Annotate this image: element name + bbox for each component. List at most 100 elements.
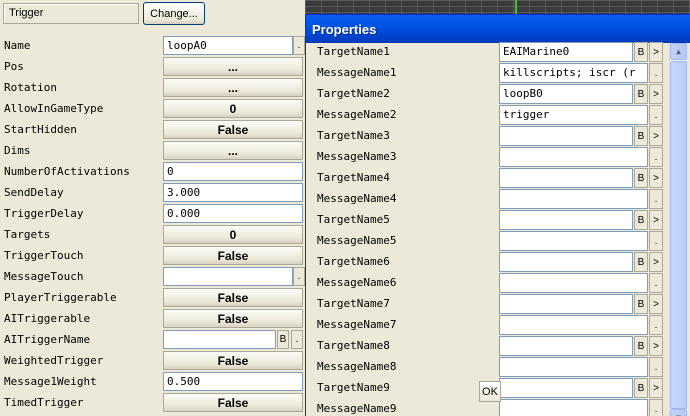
property-value-button[interactable]: ... [163, 78, 303, 97]
message-name-input[interactable] [499, 315, 648, 335]
ellipsis-button[interactable]: . [293, 267, 305, 286]
property-value-button[interactable]: ... [163, 57, 303, 76]
ellipsis-button[interactable]: . [649, 315, 663, 335]
target-name-input[interactable] [499, 378, 633, 398]
ellipsis-button[interactable]: . [649, 399, 663, 416]
property-value-input[interactable]: 0 [163, 162, 303, 181]
message-name-input[interactable]: trigger [499, 105, 648, 125]
browse-button[interactable]: B [634, 84, 648, 104]
message-name-input[interactable] [499, 147, 648, 167]
goto-target-button[interactable]: > [649, 126, 663, 146]
property-value-input[interactable]: 0.500 [163, 372, 303, 391]
dialog-property-label: TargetName6 [317, 255, 390, 268]
change-type-button[interactable]: Change... [143, 2, 205, 25]
dialog-property-row: TargetName6 B > [306, 251, 666, 272]
property-label: AITriggerName [4, 333, 91, 346]
target-name-input[interactable] [499, 294, 633, 314]
ellipsis-button[interactable]: . [649, 357, 663, 377]
dialog-property-label: TargetName9 [317, 381, 390, 394]
dialog-property-row: MessageName4. [306, 188, 666, 209]
ellipsis-button[interactable]: . [649, 273, 663, 293]
message-name-input[interactable] [499, 357, 648, 377]
dialog-property-label: TargetName5 [317, 213, 390, 226]
property-value-input[interactable] [163, 330, 276, 349]
message-name-input[interactable] [499, 273, 648, 293]
message-name-input[interactable] [499, 399, 648, 416]
property-value-button[interactable]: False [163, 393, 303, 412]
dialog-property-label: MessageName7 [317, 318, 397, 331]
property-value-input[interactable] [163, 267, 293, 286]
target-name-input[interactable]: loopB0 [499, 84, 633, 104]
dialog-property-label: TargetName3 [317, 129, 390, 142]
property-label: PlayerTriggerable [4, 291, 117, 304]
dialog-scrollbar[interactable]: ▲ ▼ [669, 43, 687, 416]
message-name-input[interactable] [499, 231, 648, 251]
arrow-up-icon[interactable]: ▲ [670, 43, 687, 60]
browse-button[interactable]: B [634, 168, 648, 188]
property-value-button[interactable]: False [163, 351, 303, 370]
dialog-property-row: TargetName7 B > [306, 293, 666, 314]
dialog-property-row: MessageName2 trigger. [306, 104, 666, 125]
target-name-input[interactable] [499, 210, 633, 230]
property-row: TriggerTouch False [0, 245, 305, 266]
browse-button[interactable]: B [277, 330, 289, 349]
ellipsis-button[interactable]: . [649, 63, 663, 83]
browse-button[interactable]: B [634, 252, 648, 272]
property-value-button[interactable]: ... [163, 141, 303, 160]
dialog-property-label: MessageName3 [317, 150, 397, 163]
goto-target-button[interactable]: > [649, 294, 663, 314]
property-value-input[interactable]: 0.000 [163, 204, 303, 223]
property-value-button[interactable]: False [163, 246, 303, 265]
ellipsis-button[interactable]: . [649, 147, 663, 167]
ok-button[interactable]: OK [479, 381, 501, 402]
goto-target-button[interactable]: > [649, 168, 663, 188]
property-value-button[interactable]: 0 [163, 99, 303, 118]
property-value-button[interactable]: False [163, 120, 303, 139]
dialog-property-label: TargetName1 [317, 45, 390, 58]
ellipsis-button[interactable]: . [291, 330, 303, 349]
message-name-input[interactable]: killscripts; iscr (r [499, 63, 648, 83]
goto-target-button[interactable]: > [649, 336, 663, 356]
target-name-input[interactable] [499, 252, 633, 272]
target-name-input[interactable] [499, 126, 633, 146]
goto-target-button[interactable]: > [649, 252, 663, 272]
goto-target-button[interactable]: > [649, 42, 663, 62]
property-value-button[interactable]: False [163, 288, 303, 307]
target-name-input[interactable] [499, 168, 633, 188]
browse-button[interactable]: B [634, 210, 648, 230]
message-name-input[interactable] [499, 189, 648, 209]
property-label: Name [4, 39, 31, 52]
scrollbar-thumb[interactable] [670, 61, 687, 409]
ellipsis-button[interactable]: . [649, 189, 663, 209]
property-label: Dims [4, 144, 31, 157]
property-row: MessageTouch. [0, 266, 305, 287]
goto-target-button[interactable]: > [649, 84, 663, 104]
property-value-button[interactable]: False [163, 309, 303, 328]
goto-target-button[interactable]: > [649, 210, 663, 230]
dialog-property-row: TargetName5 B > [306, 209, 666, 230]
property-value-button[interactable]: 0 [163, 225, 303, 244]
property-row: AllowInGameType 0 [0, 98, 305, 119]
editor-viewport[interactable] [305, 0, 690, 14]
property-row: TimedTrigger False [0, 392, 305, 413]
property-row: AITriggerable False [0, 308, 305, 329]
property-label: NumberOfActivations [4, 165, 130, 178]
browse-button[interactable]: B [634, 378, 648, 398]
dialog-title[interactable]: Properties [306, 15, 690, 43]
ellipsis-button[interactable]: . [649, 231, 663, 251]
ellipsis-button[interactable]: . [293, 36, 305, 55]
target-name-input[interactable]: EAIMarine0 [499, 42, 633, 62]
property-value-input[interactable]: loopA0 [163, 36, 293, 55]
browse-button[interactable]: B [634, 42, 648, 62]
browse-button[interactable]: B [634, 294, 648, 314]
dialog-property-row: MessageName5. [306, 230, 666, 251]
browse-button[interactable]: B [634, 336, 648, 356]
arrow-down-icon[interactable]: ▼ [670, 409, 687, 416]
goto-target-button[interactable]: > [649, 378, 663, 398]
dialog-property-label: TargetName2 [317, 87, 390, 100]
property-value-input[interactable]: 3.000 [163, 183, 303, 202]
property-label: Message1Weight [4, 375, 97, 388]
target-name-input[interactable] [499, 336, 633, 356]
ellipsis-button[interactable]: . [649, 105, 663, 125]
browse-button[interactable]: B [634, 126, 648, 146]
